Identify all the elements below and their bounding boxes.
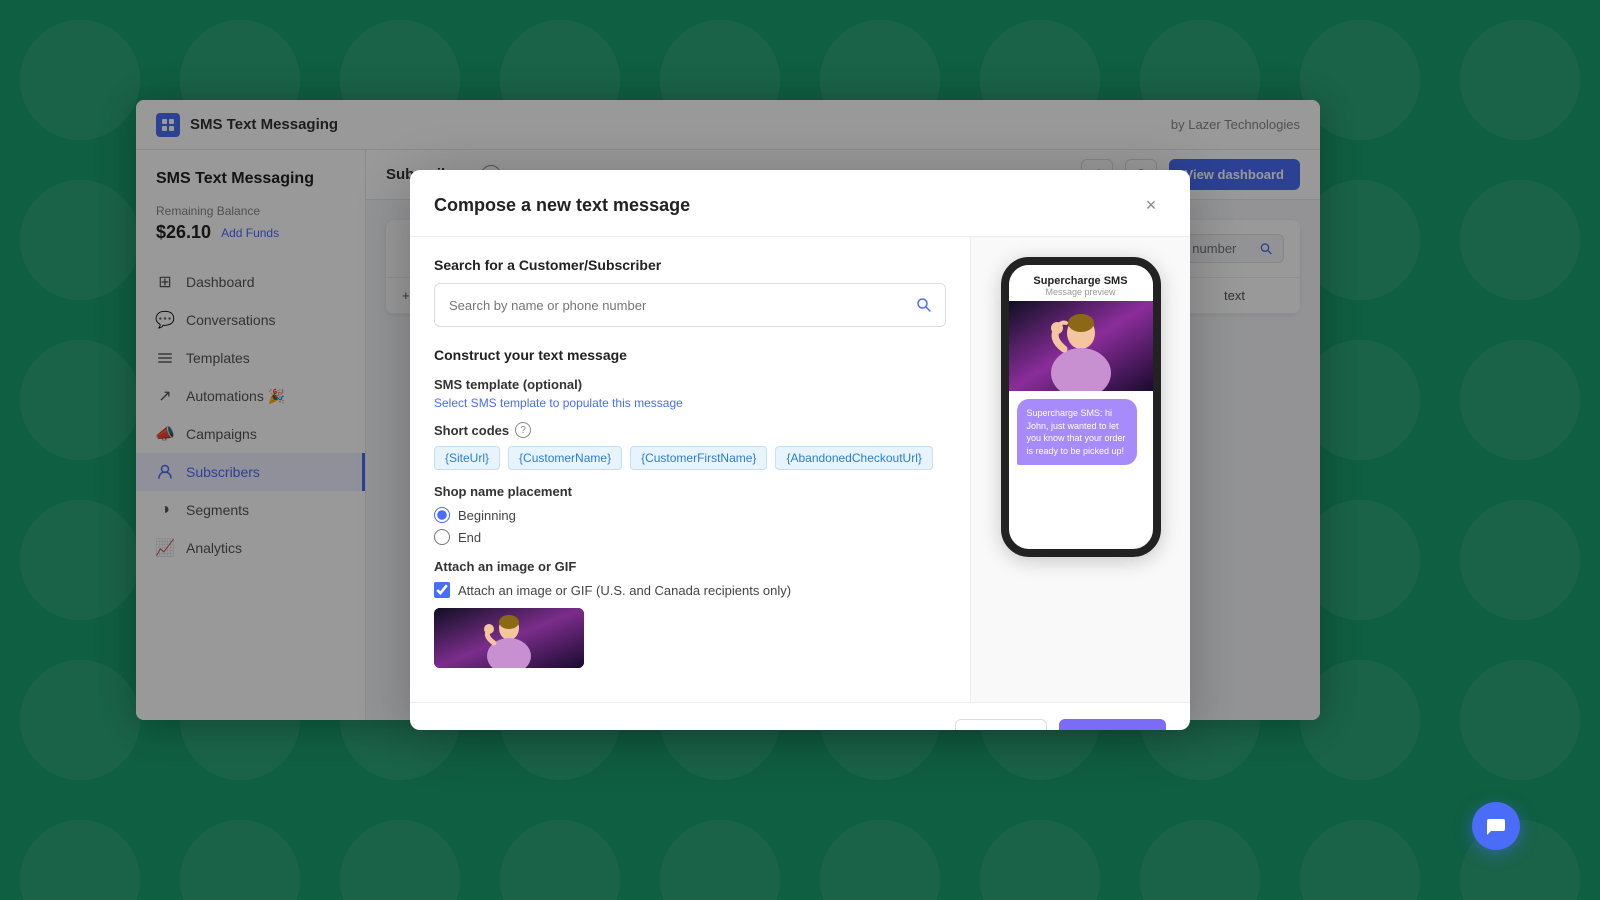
phone-app-name: Supercharge SMS — [1019, 275, 1143, 287]
phone-image-bg — [1009, 301, 1153, 391]
placement-section: Shop name placement Beginning End — [434, 484, 946, 545]
attached-image-preview — [434, 608, 584, 668]
placement-radio-end-input[interactable] — [434, 529, 450, 545]
phone-image-area — [1009, 301, 1153, 391]
message-bubble: Supercharge SMS: hi John, just wanted to… — [1017, 399, 1137, 465]
short-codes-label: Short codes — [434, 423, 509, 438]
placement-option-beginning: Beginning — [458, 508, 516, 523]
template-field-label: SMS template (optional) — [434, 377, 946, 392]
placement-radio-end: End — [434, 529, 946, 545]
chat-fab-button[interactable] — [1472, 802, 1520, 850]
cancel-button[interactable]: Cancel — [955, 719, 1047, 730]
modal-title: Compose a new text message — [434, 195, 690, 216]
modal-overlay: Compose a new text message × Search for … — [0, 0, 1600, 900]
placement-radio-beginning: Beginning — [434, 507, 946, 523]
send-text-button[interactable]: Send text — [1059, 719, 1166, 730]
modal-close-button[interactable]: × — [1136, 190, 1166, 220]
subscriber-search-button[interactable] — [903, 284, 945, 326]
construct-title: Construct your text message — [434, 347, 946, 363]
attach-check-row: Attach an image or GIF (U.S. and Canada … — [434, 582, 946, 598]
modal-footer: Cancel Send text — [410, 702, 1190, 730]
modal-right-panel: Supercharge SMS Message preview — [970, 237, 1190, 702]
code-tag-siteurl[interactable]: {SiteUrl} — [434, 446, 500, 470]
construct-section: Construct your text message SMS template… — [434, 347, 946, 668]
placement-option-end: End — [458, 530, 481, 545]
search-section-label: Search for a Customer/Subscriber — [434, 257, 946, 273]
phone-message-area: Supercharge SMS: hi John, just wanted to… — [1009, 391, 1153, 473]
attach-section: Attach an image or GIF Attach an image o… — [434, 559, 946, 668]
search-input-container — [434, 283, 946, 327]
code-tag-customerfirstname[interactable]: {CustomerFirstName} — [630, 446, 767, 470]
phone-mockup: Supercharge SMS Message preview — [1001, 257, 1161, 557]
image-preview-inner — [434, 608, 584, 668]
subscriber-search-input[interactable] — [435, 288, 903, 323]
modal-left-panel: Search for a Customer/Subscriber Cons — [410, 237, 970, 702]
short-codes-section: Short codes ? {SiteUrl} {CustomerName} {… — [434, 422, 946, 470]
phone-header-bar: Supercharge SMS Message preview — [1009, 265, 1153, 301]
search-section: Search for a Customer/Subscriber — [434, 257, 946, 327]
code-tag-customername[interactable]: {CustomerName} — [508, 446, 622, 470]
short-codes-info-icon[interactable]: ? — [515, 422, 531, 438]
placement-radio-beginning-input[interactable] — [434, 507, 450, 523]
code-tag-abandonedcheckouturl[interactable]: {AbandonedCheckoutUrl} — [775, 446, 932, 470]
modal-header: Compose a new text message × — [410, 170, 1190, 237]
attach-label: Attach an image or GIF — [434, 559, 946, 574]
attach-check-label: Attach an image or GIF (U.S. and Canada … — [458, 583, 791, 598]
codes-row: {SiteUrl} {CustomerName} {CustomerFirstN… — [434, 446, 946, 470]
template-select-link[interactable]: Select SMS template to populate this mes… — [434, 396, 946, 410]
attach-checkbox-input[interactable] — [434, 582, 450, 598]
phone-preview-label: Message preview — [1019, 287, 1143, 297]
compose-modal: Compose a new text message × Search for … — [410, 170, 1190, 730]
short-codes-label-row: Short codes ? — [434, 422, 946, 438]
placement-label: Shop name placement — [434, 484, 946, 499]
modal-body: Search for a Customer/Subscriber Cons — [410, 237, 1190, 702]
